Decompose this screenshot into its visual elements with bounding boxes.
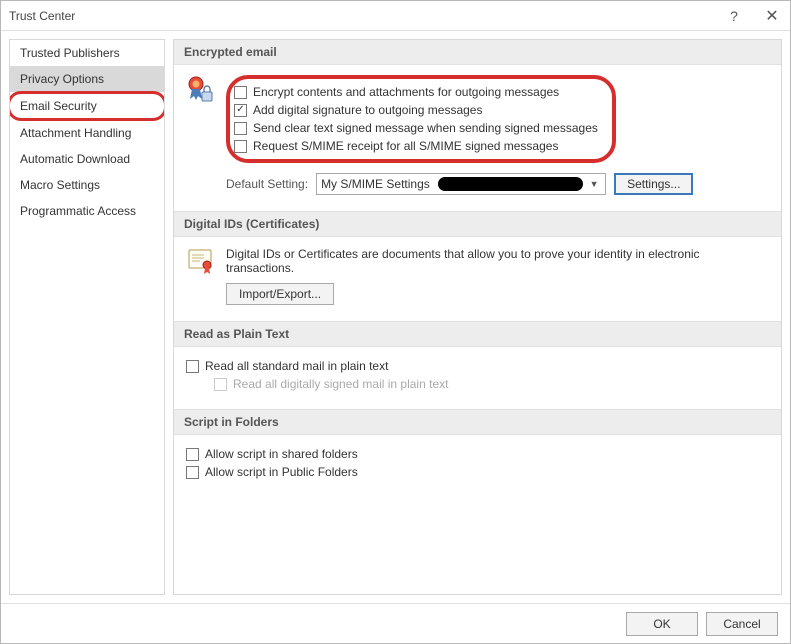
main-panel: Encrypted email (173, 39, 782, 595)
sidebar-item-trusted-publishers[interactable]: Trusted Publishers (10, 40, 164, 66)
checkbox-read-signed-plain: Read all digitally signed mail in plain … (214, 375, 769, 393)
checkbox-icon (186, 466, 199, 479)
chevron-down-icon: ▼ (587, 179, 601, 189)
section-script-header: Script in Folders (174, 409, 781, 435)
checkbox-icon (186, 448, 199, 461)
sidebar: Trusted Publishers Privacy Options Email… (9, 39, 165, 595)
help-icon[interactable]: ? (724, 8, 744, 24)
checkbox-read-standard-plain[interactable]: Read all standard mail in plain text (186, 357, 769, 375)
sidebar-item-macro-settings[interactable]: Macro Settings (10, 172, 164, 198)
default-setting-label: Default Setting: (226, 177, 308, 191)
import-export-button[interactable]: Import/Export... (226, 283, 334, 305)
certificate-icon (186, 247, 214, 275)
highlight-annotation: Encrypt contents and attachments for out… (226, 75, 616, 163)
checkbox-icon: ✓ (234, 104, 247, 117)
digital-id-description: Digital IDs or Certificates are document… (226, 247, 769, 275)
section-encrypted-email-body: Encrypt contents and attachments for out… (174, 65, 781, 211)
trust-center-dialog: Trust Center ? ✕ Trusted Publishers Priv… (0, 0, 791, 644)
dropdown-value: My S/MIME Settings (321, 177, 434, 191)
ribbon-lock-icon (186, 75, 214, 105)
section-digital-ids-header: Digital IDs (Certificates) (174, 211, 781, 237)
sidebar-item-privacy-options[interactable]: Privacy Options (10, 66, 164, 92)
close-icon[interactable]: ✕ (762, 6, 782, 26)
titlebar: Trust Center ? ✕ (1, 1, 790, 31)
ok-button[interactable]: OK (626, 612, 698, 636)
checkbox-icon (234, 140, 247, 153)
section-encrypted-email-header: Encrypted email (174, 40, 781, 65)
sidebar-item-programmatic-access[interactable]: Programmatic Access (10, 198, 164, 224)
section-digital-ids-body: Digital IDs or Certificates are document… (174, 237, 781, 321)
checkbox-add-signature[interactable]: ✓ Add digital signature to outgoing mess… (234, 101, 598, 119)
sidebar-item-automatic-download[interactable]: Automatic Download (10, 146, 164, 172)
sidebar-item-email-security[interactable]: Email Security (9, 91, 165, 121)
sidebar-item-attachment-handling[interactable]: Attachment Handling (10, 120, 164, 146)
titlebar-controls: ? ✕ (724, 6, 782, 26)
dialog-body: Trusted Publishers Privacy Options Email… (1, 31, 790, 603)
default-setting-dropdown[interactable]: My S/MIME Settings ▼ (316, 173, 606, 195)
redacted-content (438, 177, 583, 191)
checkbox-encrypt-contents[interactable]: Encrypt contents and attachments for out… (234, 83, 598, 101)
settings-button[interactable]: Settings... (614, 173, 693, 195)
checkbox-icon (214, 378, 227, 391)
checkbox-icon (234, 122, 247, 135)
checkbox-clear-text[interactable]: Send clear text signed message when send… (234, 119, 598, 137)
section-plain-text-header: Read as Plain Text (174, 321, 781, 347)
checkbox-icon (186, 360, 199, 373)
cancel-button[interactable]: Cancel (706, 612, 778, 636)
checkbox-icon (234, 86, 247, 99)
checkbox-smime-receipt[interactable]: Request S/MIME receipt for all S/MIME si… (234, 137, 598, 155)
window-title: Trust Center (9, 9, 724, 23)
section-script-body: Allow script in shared folders Allow scr… (174, 435, 781, 497)
checkbox-script-shared[interactable]: Allow script in shared folders (186, 445, 769, 463)
dialog-footer: OK Cancel (1, 603, 790, 643)
section-plain-text-body: Read all standard mail in plain text Rea… (174, 347, 781, 409)
checkbox-script-public[interactable]: Allow script in Public Folders (186, 463, 769, 481)
